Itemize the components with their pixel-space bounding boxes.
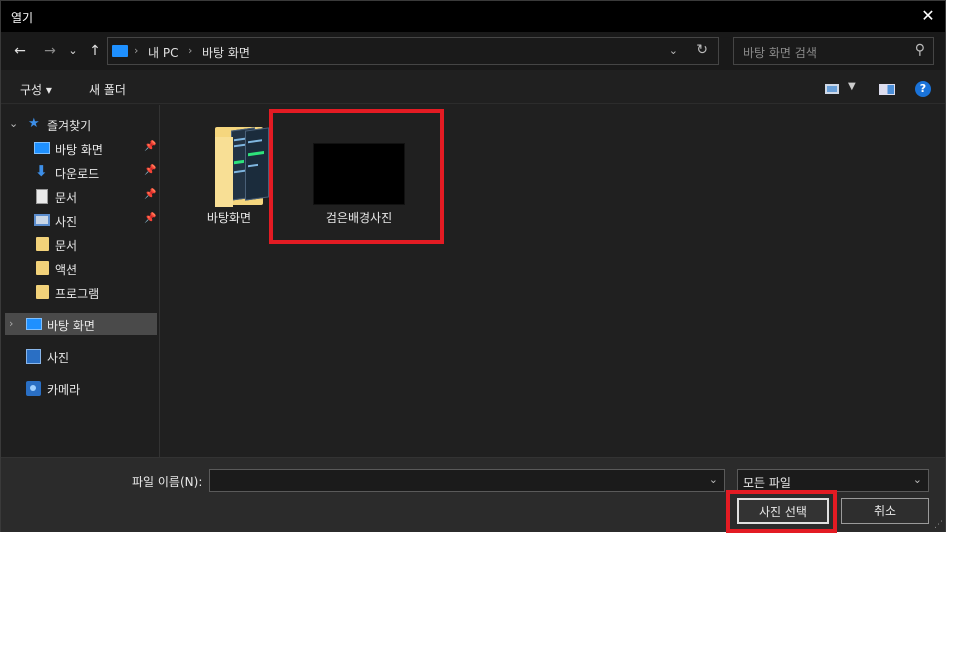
collapse-chevron-icon[interactable]: › (9, 317, 13, 330)
up-arrow-icon[interactable]: ↑ (86, 41, 104, 61)
sidebar-item-quick-access[interactable]: ⌄ ★ 즐겨찾기 (1, 113, 159, 135)
folder-icon (36, 285, 49, 299)
sidebar-item-camera[interactable]: 카메라 (1, 377, 159, 399)
desktop-icon (26, 318, 42, 330)
filename-dropdown-icon[interactable]: ⌄ (709, 473, 718, 486)
file-name: 바탕화면 (206, 211, 252, 225)
address-bar[interactable]: › 내 PC › 바탕 화면 ⌄ ↻ (107, 37, 719, 65)
dialog-footer: 파일 이름(N): ⌄ 모든 파일 ⌄ 사진 선택 취소 ⋰ (1, 457, 945, 533)
search-box[interactable]: 바탕 화면 검색 ⚲ (733, 37, 934, 65)
file-name: 검은배경사진 (325, 211, 393, 225)
close-icon[interactable]: ✕ (917, 5, 939, 27)
sidebar-item-label: 문서 (55, 191, 78, 205)
photos-icon (26, 349, 41, 364)
filename-label: 파일 이름(N): (132, 475, 203, 489)
forward-arrow-icon[interactable]: → (41, 41, 59, 61)
sidebar-item-label: 프로그램 (55, 287, 100, 301)
recent-locations-chevron-icon[interactable]: ⌄ (64, 41, 82, 61)
pc-icon (112, 45, 128, 57)
refresh-icon[interactable]: ↻ (696, 42, 708, 58)
open-file-dialog: 열기 ✕ ← → ⌄ ↑ › 내 PC › 바탕 화면 ⌄ ↻ 바탕 화면 검색… (0, 0, 946, 533)
resize-grip-icon[interactable]: ⋰ (934, 520, 943, 530)
window-title: 열기 (11, 11, 34, 25)
pin-icon[interactable]: 📌 (144, 141, 156, 152)
cancel-button[interactable]: 취소 (841, 498, 929, 524)
sidebar-item-label: 문서 (55, 239, 78, 253)
change-view-icon[interactable] (825, 84, 839, 94)
sidebar-item-folder-programs[interactable]: 프로그램 (1, 281, 159, 303)
filetype-value: 모든 파일 (743, 476, 791, 490)
title-bar: 열기 ✕ (1, 1, 945, 32)
sidebar-item-documents[interactable]: 문서 📌 (1, 185, 159, 207)
desktop-icon (34, 142, 50, 154)
sidebar-item-pictures[interactable]: 사진 📌 (1, 209, 159, 231)
command-bar: 구성 ▾ 새 폴더 ▼ ? (1, 70, 945, 104)
sidebar-item-label: 즐겨찾기 (47, 119, 92, 133)
sidebar-item-desktop[interactable]: 바탕 화면 📌 (1, 137, 159, 159)
sidebar-item-photos[interactable]: 사진 (1, 345, 159, 367)
breadcrumb-separator-icon: › (188, 44, 193, 57)
select-photo-button[interactable]: 사진 선택 (737, 498, 829, 524)
filetype-dropdown-icon[interactable]: ⌄ (913, 473, 922, 486)
file-item-image[interactable]: 검은배경사진 (289, 105, 429, 225)
sidebar-item-downloads[interactable]: ⬇ 다운로드 📌 (1, 161, 159, 183)
camera-icon (26, 381, 41, 396)
address-dropdown-icon[interactable]: ⌄ (669, 44, 678, 57)
folder-icon (36, 261, 49, 275)
breadcrumb-item-pc[interactable]: 내 PC (148, 44, 178, 61)
navigation-bar: ← → ⌄ ↑ › 내 PC › 바탕 화면 ⌄ ↻ 바탕 화면 검색 ⚲ (1, 32, 945, 70)
image-thumbnail (313, 143, 405, 205)
sidebar-item-folder-documents[interactable]: 문서 (1, 233, 159, 255)
pictures-icon (34, 214, 50, 226)
document-icon (36, 189, 48, 204)
help-icon[interactable]: ? (915, 81, 931, 97)
sidebar-item-label: 사진 (47, 351, 70, 365)
file-list: 바탕화면 검은배경사진 (161, 105, 945, 457)
filetype-select[interactable]: 모든 파일 ⌄ (737, 469, 929, 492)
star-icon: ★ (28, 116, 40, 131)
view-options-dropdown-icon[interactable]: ▼ (848, 81, 856, 92)
download-icon: ⬇ (35, 162, 48, 180)
pin-icon[interactable]: 📌 (144, 213, 156, 224)
breadcrumb-item-desktop[interactable]: 바탕 화면 (202, 44, 250, 61)
preview-pane-icon[interactable] (879, 84, 895, 95)
filename-input[interactable]: ⌄ (209, 469, 725, 492)
sidebar-item-label: 바탕 화면 (47, 319, 95, 333)
sidebar-item-label: 카메라 (47, 383, 81, 397)
search-placeholder: 바탕 화면 검색 (743, 46, 817, 60)
folder-icon (36, 237, 49, 251)
new-folder-button[interactable]: 새 폴더 (89, 81, 126, 98)
sidebar-item-folder-actions[interactable]: 액션 (1, 257, 159, 279)
folder-icon (215, 123, 269, 208)
expand-chevron-icon[interactable]: ⌄ (9, 117, 18, 130)
sidebar-item-label: 바탕 화면 (55, 143, 103, 157)
pin-icon[interactable]: 📌 (144, 189, 156, 200)
sidebar-item-label: 사진 (55, 215, 78, 229)
search-icon[interactable]: ⚲ (915, 42, 925, 58)
sidebar-item-desktop-root[interactable]: › 바탕 화면 (5, 313, 157, 335)
breadcrumb-separator-icon: › (134, 44, 139, 57)
file-item-folder[interactable]: 바탕화면 (179, 105, 279, 225)
sidebar-item-label: 다운로드 (55, 167, 100, 181)
sidebar-item-label: 액션 (55, 263, 78, 277)
pin-icon[interactable]: 📌 (144, 165, 156, 176)
navigation-pane: ⌄ ★ 즐겨찾기 바탕 화면 📌 ⬇ 다운로드 📌 문서 📌 사진 📌 문서 액… (1, 105, 160, 457)
back-arrow-icon[interactable]: ← (11, 41, 29, 61)
organize-menu-button[interactable]: 구성 ▾ (20, 81, 52, 98)
